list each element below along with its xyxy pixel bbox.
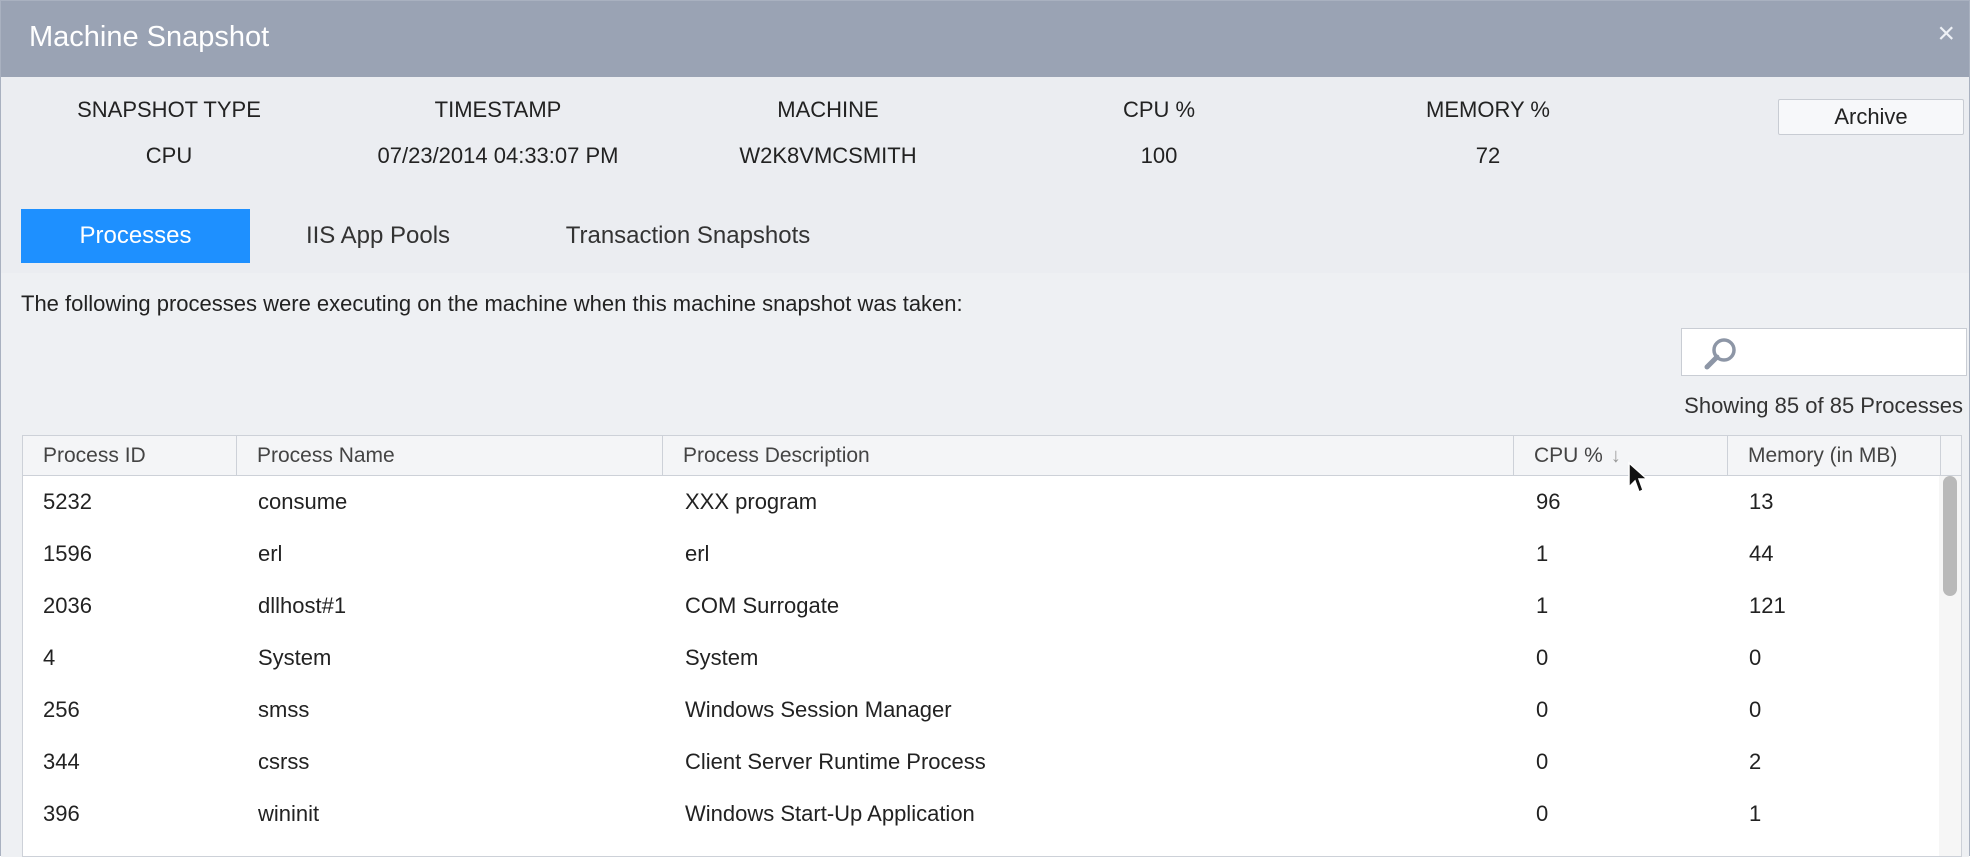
cell-cpu: 0 [1536,697,1549,722]
cell-memory: 1 [1749,801,1762,826]
summary-value: CPU [145,143,193,168]
column-label: Memory (in MB) [1748,444,1898,467]
table-row[interactable]: 2036 dllhost#1 COM Surrogate 1 121 [23,580,1961,632]
table-row[interactable]: 344 csrss Client Server Runtime Process … [23,736,1961,788]
cell-memory: 44 [1749,541,1774,566]
column-process-name[interactable]: Process Name [237,436,663,476]
search-icon [1704,338,1736,370]
table-header: Process ID Process Name Process Descript… [23,436,1961,476]
summary-header: CPU % [1122,97,1196,122]
cell-process-name: System [258,645,332,670]
cell-cpu: 0 [1536,749,1549,774]
processes-description: The following processes were executing o… [21,291,963,316]
cell-process-description: Windows Session Manager [685,697,952,722]
summary-header: SNAPSHOT TYPE [77,97,261,122]
table-row[interactable]: 256 smss Windows Session Manager 0 0 [23,684,1961,736]
table-row[interactable]: 1596 erl erl 1 44 [23,528,1961,580]
close-icon[interactable]: × [1937,17,1955,51]
sort-down-arrow-icon: ↓ [1610,445,1621,467]
cell-process-id: 1596 [43,541,92,566]
cell-memory: 121 [1749,593,1786,618]
column-cpu[interactable]: CPU % ↓ [1514,436,1728,476]
cell-process-id: 344 [43,749,80,774]
snapshot-summary: SNAPSHOT TYPE CPU TIMESTAMP 07/23/2014 0… [1,77,1969,273]
cell-process-name: dllhost#1 [258,593,347,618]
processes-panel: The following processes were executing o… [1,273,1969,857]
cell-cpu: 96 [1536,489,1561,514]
processes-table: Process ID Process Name Process Descript… [22,435,1962,857]
column-label: Process ID [43,444,146,467]
cell-memory: 0 [1749,645,1762,670]
cell-process-name: wininit [258,801,320,826]
cell-process-id: 4 [43,645,56,670]
machine-snapshot-dialog: Machine Snapshot × SNAPSHOT TYPE CPU TIM… [0,0,1970,857]
cell-process-name: smss [258,697,310,722]
tab-iis-app-pools[interactable]: IIS App Pools [283,209,473,263]
cell-process-name: csrss [258,749,310,774]
dialog-title: Machine Snapshot [29,21,270,53]
cell-process-description: System [685,645,759,670]
cell-process-description: COM Surrogate [685,593,840,618]
table-row[interactable]: 4 System System 0 0 [23,632,1961,684]
cell-process-name: erl [258,541,283,566]
mouse-cursor-icon [1628,461,1649,494]
cell-cpu: 0 [1536,645,1549,670]
cell-process-id: 396 [43,801,80,826]
summary-value: W2K8VMCSMITH [739,143,917,168]
cell-process-description: XXX program [685,489,818,514]
result-count: Showing 85 of 85 Processes [1684,393,1963,418]
search-input[interactable] [1681,328,1967,376]
archive-button[interactable]: Archive [1778,99,1964,135]
summary-value: 100 [1140,143,1178,168]
cell-cpu: 0 [1536,801,1549,826]
tab-transaction-snapshots[interactable]: Transaction Snapshots [543,209,833,263]
cell-process-id: 5232 [43,489,92,514]
cell-process-id: 2036 [43,593,92,618]
cell-process-description: Windows Start-Up Application [685,801,975,826]
column-memory[interactable]: Memory (in MB) [1728,436,1941,476]
cell-memory: 0 [1749,697,1762,722]
tab-processes[interactable]: Processes [21,209,250,263]
cell-process-name: consume [258,489,348,514]
column-process-id[interactable]: Process ID [23,436,237,476]
column-label: CPU % [1534,444,1603,467]
column-process-description[interactable]: Process Description [663,436,1514,476]
cell-cpu: 1 [1536,593,1549,618]
cell-process-id: 256 [43,697,80,722]
column-label: Process Description [683,444,870,467]
summary-header: MACHINE [777,97,879,122]
table-row[interactable]: 396 wininit Windows Start-Up Application… [23,788,1961,840]
summary-value: 07/23/2014 04:33:07 PM [377,143,619,168]
cell-cpu: 1 [1536,541,1549,566]
cell-memory: 13 [1749,489,1774,514]
summary-header: TIMESTAMP [434,97,562,122]
cell-process-description: Client Server Runtime Process [685,749,986,774]
title-bar: Machine Snapshot × [1,1,1969,77]
table-row[interactable]: 5232 consume XXX program 96 13 [23,476,1961,528]
cell-process-description: erl [685,541,710,566]
cell-memory: 2 [1749,749,1762,774]
summary-value: 72 [1475,143,1501,168]
scrollbar-thumb[interactable] [1943,476,1957,596]
summary-header: MEMORY % [1426,97,1550,122]
column-label: Process Name [257,444,395,467]
